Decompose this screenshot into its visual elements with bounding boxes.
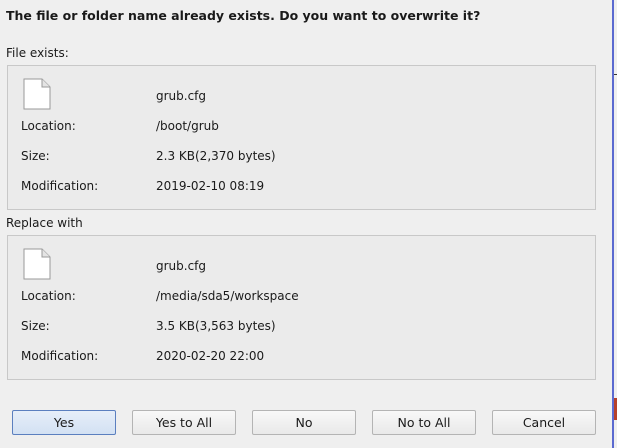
replacement-location-value: /media/sda5/workspace [156,289,299,303]
background-window-edge [612,0,617,448]
replacement-location-label: Location: [21,289,76,303]
replacement-file-group: grub.cfg Location: /media/sda5/workspace… [7,235,596,380]
window-border [612,0,614,448]
replacement-size-value: 3.5 KB(3,563 bytes) [156,319,276,333]
replacement-file-name: grub.cfg [156,259,207,273]
existing-file-section-label: File exists: [6,46,69,60]
existing-size-label: Size: [21,149,50,163]
existing-location-value: /boot/grub [156,119,219,133]
existing-modification-label: Modification: [21,179,99,193]
overwrite-confirmation-dialog: The file or folder name already exists. … [0,0,612,448]
replacement-modification-value: 2020-02-20 22:00 [156,349,265,363]
existing-file-group: grub.cfg Location: /boot/grub Size: 2.3 … [7,65,596,210]
replacement-file-section-label: Replace with [6,216,83,230]
file-icon [23,78,51,110]
existing-modification-value: 2019-02-10 08:19 [156,179,265,193]
dialog-question: The file or folder name already exists. … [6,8,481,23]
yes-to-all-button[interactable]: Yes to All [132,410,236,435]
existing-size-value: 2.3 KB(2,370 bytes) [156,149,276,163]
existing-location-label: Location: [21,119,76,133]
replacement-size-label: Size: [21,319,50,333]
file-icon [23,248,51,280]
replacement-modification-label: Modification: [21,349,99,363]
yes-button[interactable]: Yes [12,410,116,435]
no-to-all-button[interactable]: No to All [372,410,476,435]
existing-file-name: grub.cfg [156,89,207,103]
cancel-button[interactable]: Cancel [492,410,596,435]
no-button[interactable]: No [252,410,356,435]
